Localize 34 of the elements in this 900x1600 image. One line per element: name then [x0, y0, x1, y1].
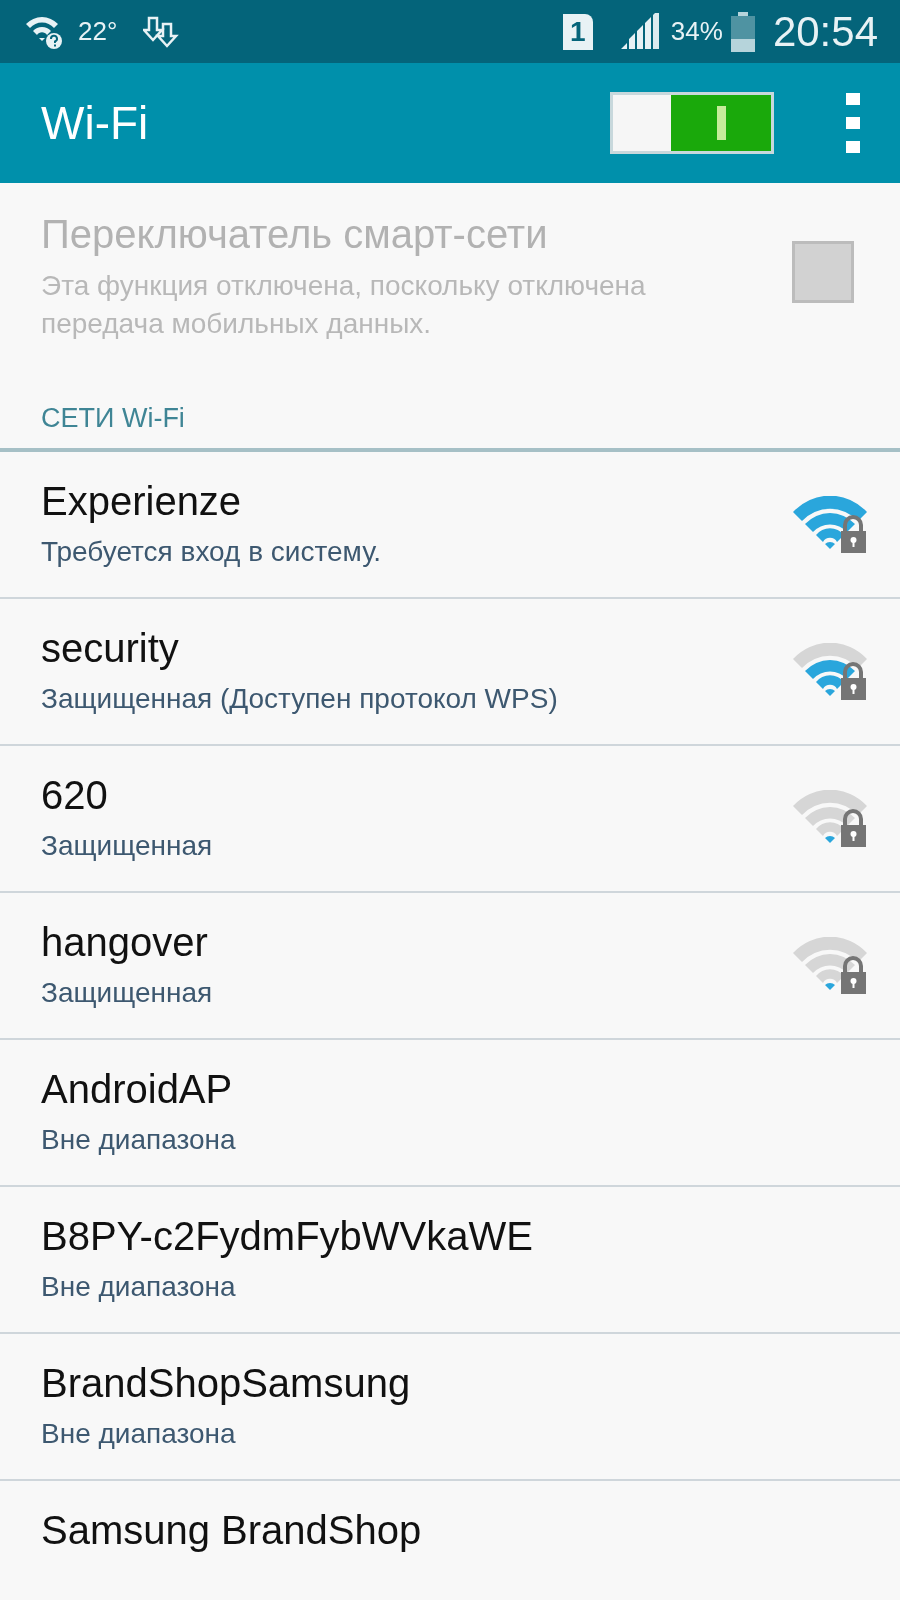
network-name: hangover	[41, 918, 209, 966]
network-item[interactable]: BrandShopSamsung Вне диапазона	[0, 1334, 900, 1481]
network-status: Защищенная	[41, 976, 214, 1009]
battery-percent: 34%	[670, 16, 723, 47]
network-name: AndroidAP	[41, 1065, 234, 1113]
network-status: Вне диапазона	[41, 1123, 237, 1156]
network-name: 620	[41, 771, 109, 819]
sim-card-badge: 1	[562, 13, 593, 50]
network-status: Требуется вход в систему.	[41, 535, 383, 568]
battery-icon	[728, 11, 757, 52]
clock-time: 20:54	[772, 7, 878, 56]
screen-title: Wi-Fi	[41, 96, 149, 150]
network-name: Experienze	[41, 477, 243, 525]
network-name: BrandShopSamsung	[41, 1359, 412, 1407]
network-status: Защищенная	[41, 829, 214, 862]
section-header: СЕТИ Wi-Fi	[0, 383, 900, 452]
network-item[interactable]: B8PY-c2FydmFybWVkaWE Вне диапазона	[0, 1187, 900, 1334]
network-status: Защищенная (Доступен протокол WPS)	[41, 682, 559, 715]
network-item[interactable]: AndroidAP Вне диапазона	[0, 1040, 900, 1187]
network-item[interactable]: 620 Защищенная	[0, 746, 900, 893]
network-item[interactable]: Samsung BrandShop	[0, 1481, 900, 1600]
temperature: 22°	[78, 16, 118, 47]
more-options-icon[interactable]	[846, 93, 860, 153]
network-name: Samsung BrandShop	[41, 1506, 423, 1554]
network-item[interactable]: Experienze Требуется вход в систему.	[0, 452, 900, 599]
network-item[interactable]: security Защищенная (Доступен протокол WPS)	[0, 599, 900, 746]
wifi-toggle[interactable]	[610, 92, 774, 154]
smart-switch-description: Эта функция отключена, поскольку отключена передача мобильных данных.	[41, 269, 647, 341]
network-name: B8PY-c2FydmFybWVkaWE	[41, 1212, 534, 1260]
network-status: Вне диапазона	[41, 1270, 237, 1303]
network-item[interactable]: hangover Защищенная	[0, 893, 900, 1040]
smart-switch-title: Переключатель смарт-сети	[41, 211, 549, 258]
network-name: security	[41, 624, 180, 672]
network-status: Вне диапазона	[41, 1417, 237, 1450]
